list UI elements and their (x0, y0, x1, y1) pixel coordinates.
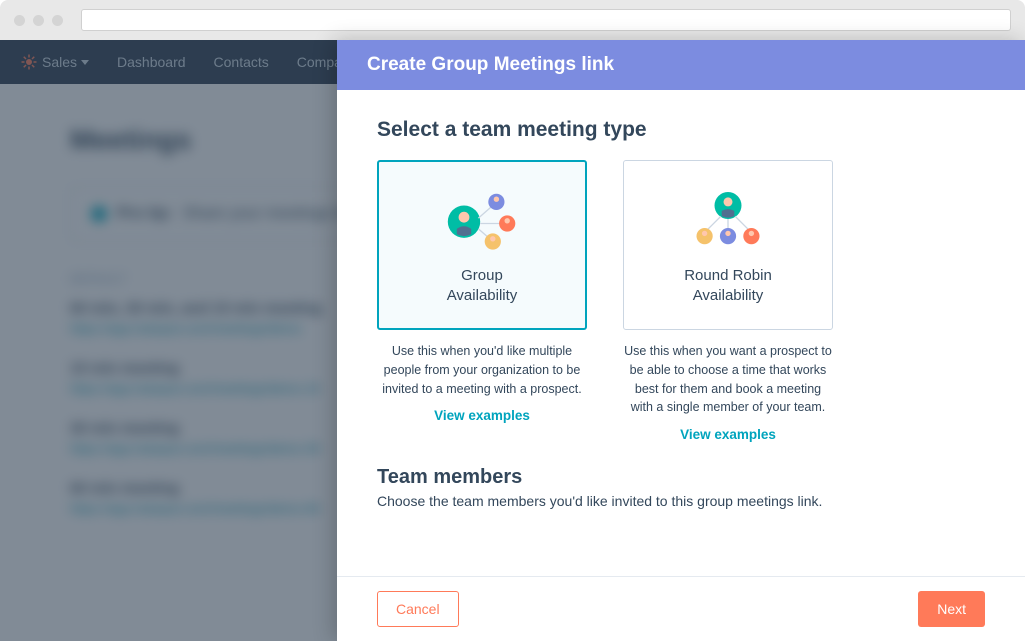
section-heading-meeting-type: Select a team meeting type (377, 118, 985, 142)
nav-item-dashboard[interactable]: Dashboard (117, 54, 186, 70)
panel-footer: Cancel Next (337, 576, 1025, 641)
sprocket-icon (20, 53, 38, 71)
nav-item-contacts[interactable]: Contacts (214, 54, 269, 70)
card-title: Group Availability (447, 266, 518, 307)
tip-label: Pro tip: (117, 205, 173, 223)
nav-brand-label: Sales (42, 54, 77, 70)
browser-chrome (0, 0, 1025, 40)
panel-body: Select a team meeting type (337, 90, 1025, 576)
view-examples-link[interactable]: View examples (623, 427, 833, 442)
card-description: Use this when you'd like multiple people… (377, 342, 587, 398)
team-members-section: Team members Choose the team members you… (377, 466, 985, 509)
option-group-availability: Group Availability Use this when you'd l… (377, 160, 587, 442)
option-round-robin: Round Robin Availability Use this when y… (623, 160, 833, 442)
card-title: Round Robin Availability (684, 266, 772, 307)
card-round-robin[interactable]: Round Robin Availability (623, 160, 833, 330)
traffic-light-close-icon[interactable] (14, 15, 25, 26)
meeting-type-options: Group Availability Use this when you'd l… (377, 160, 985, 442)
nav-brand[interactable]: Sales (20, 53, 89, 71)
view-examples-link[interactable]: View examples (377, 408, 587, 423)
card-description: Use this when you want a prospect to be … (623, 342, 833, 417)
tip-dot-icon (91, 206, 107, 222)
url-bar[interactable] (81, 9, 1011, 31)
team-members-subtext: Choose the team members you'd like invit… (377, 493, 985, 509)
chevron-down-icon (81, 60, 89, 65)
create-group-meetings-panel: Create Group Meetings link Select a team… (337, 40, 1025, 641)
section-heading-team-members: Team members (377, 466, 985, 489)
traffic-light-minimize-icon[interactable] (33, 15, 44, 26)
traffic-light-zoom-icon[interactable] (52, 15, 63, 26)
card-group-availability[interactable]: Group Availability (377, 160, 587, 330)
group-availability-icon (437, 184, 527, 254)
next-button[interactable]: Next (918, 591, 985, 627)
panel-title: Create Group Meetings link (337, 40, 1025, 90)
round-robin-icon (683, 184, 773, 254)
cancel-button[interactable]: Cancel (377, 591, 459, 627)
